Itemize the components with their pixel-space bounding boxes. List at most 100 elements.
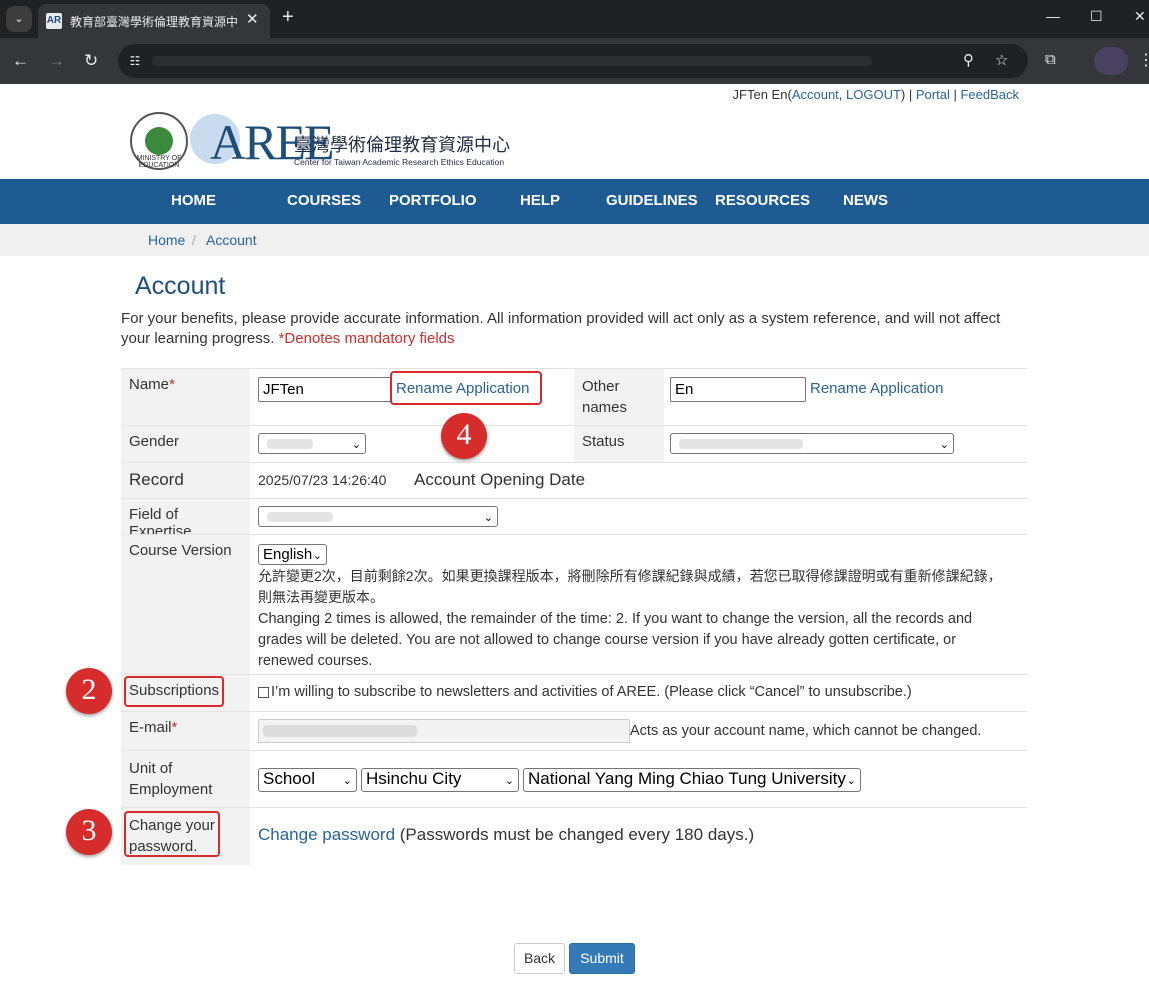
feedback-link[interactable]: FeedBack	[960, 87, 1019, 102]
chevron-down-icon: ⌄	[504, 775, 514, 787]
unit-type-value: School	[263, 769, 315, 788]
breadcrumb-home[interactable]: Home	[148, 232, 185, 248]
minimize-icon[interactable]: —	[1046, 8, 1060, 24]
back-button[interactable]: Back	[514, 943, 565, 974]
submit-button[interactable]: Submit	[569, 943, 635, 974]
site-info-icon[interactable]: ☷	[126, 52, 144, 70]
annotation-number-4: 4	[441, 413, 487, 459]
portal-link[interactable]: Portal	[916, 87, 950, 102]
intro-text: For your benefits, please provide accura…	[121, 309, 1031, 349]
email-row: E-mail* Acts as your account name, which…	[121, 711, 1027, 751]
nav-news[interactable]: NEWS	[843, 192, 888, 209]
rename-application-link-2[interactable]: Rename Application	[810, 380, 943, 397]
email-label: E-mail*	[121, 712, 250, 751]
annotation-highlight-subscriptions	[124, 676, 224, 707]
address-bar[interactable]: ☷ ⚲ ☆	[118, 44, 1028, 78]
browser-tab-bar: ⌄ AR 教育部臺灣學術倫理教育資源中 ✕ + — ☐ ✕	[0, 0, 1149, 38]
nav-help[interactable]: HELP	[520, 192, 560, 209]
annotation-highlight-rename	[390, 371, 542, 405]
course-version-note-zh: 允許變更2次，目前剩餘2次。如果更換課程版本，將刪除所有修課紀錄與成績，若您已取…	[258, 568, 1002, 605]
zoom-icon[interactable]: ⚲	[963, 51, 974, 69]
unit-school-select[interactable]: National Yang Ming Chiao Tung University…	[523, 768, 861, 792]
chevron-down-icon: ⌄	[939, 439, 949, 451]
course-version-select[interactable]: English ⌄	[258, 544, 327, 565]
nav-courses[interactable]: COURSES	[287, 192, 361, 209]
name-row: Name* JFTen Rename Application Other nam…	[121, 368, 1027, 426]
tab-search-icon[interactable]: ⌄	[6, 6, 32, 32]
user-name: JFTen En	[732, 87, 788, 102]
unit-type-select[interactable]: School ⌄	[258, 768, 357, 792]
subscribe-text: I’m willing to subscribe to newsletters …	[271, 684, 912, 700]
forward-arrow-icon[interactable]: →	[48, 51, 65, 71]
name-label-text: Name	[129, 376, 170, 393]
chevron-down-icon: ⌄	[846, 775, 856, 787]
other-names-input[interactable]: En	[670, 377, 806, 402]
password-section: Change password (Passwords must be chang…	[258, 825, 754, 845]
moe-emblem	[145, 127, 173, 155]
password-row: Change your password. Change password (P…	[121, 807, 1027, 865]
profile-avatar[interactable]	[1094, 47, 1128, 75]
email-label-text: E-mail	[129, 719, 172, 736]
close-tab-icon[interactable]: ✕	[246, 10, 259, 28]
status-label: Status	[574, 426, 664, 463]
required-mark: *	[171, 719, 178, 736]
unit-school-value: National Yang Ming Chiao Tung University	[528, 769, 846, 788]
nav-portfolio[interactable]: PORTFOLIO	[389, 192, 477, 209]
change-password-link[interactable]: Change password	[258, 825, 395, 844]
chevron-down-icon: ⌄	[342, 775, 352, 787]
course-version-label: Course Version	[121, 535, 250, 675]
gender-label: Gender	[121, 426, 250, 463]
chevron-down-icon: ⌄	[312, 550, 322, 562]
expertise-label: Field of Expertise	[121, 499, 250, 540]
unit-city-select[interactable]: Hsinchu City ⌄	[361, 768, 519, 792]
menu-kebab-icon[interactable]: ⋮	[1138, 50, 1149, 70]
breadcrumb-account[interactable]: Account	[206, 232, 257, 248]
expertise-select[interactable]: ⌄	[258, 506, 498, 527]
user-links: JFTen En(Account, LOGOUT) | Portal | Fee…	[732, 87, 1019, 102]
annotation-highlight-password	[124, 811, 220, 857]
name-label: Name*	[121, 369, 250, 426]
email-field	[258, 719, 630, 743]
course-version-note-en: Changing 2 times is allowed, the remaind…	[258, 611, 973, 669]
new-tab-icon[interactable]: +	[282, 6, 294, 29]
other-names-label: Other names	[574, 369, 664, 426]
status-select[interactable]: ⌄	[670, 433, 954, 454]
moe-logo[interactable]: MINISTRY OF EDUCATION	[130, 112, 188, 170]
expertise-row: Field of Expertise ⌄	[121, 498, 1027, 540]
record-row: Record 2025/07/23 14:26:40 Account Openi…	[121, 462, 1027, 499]
favicon-icon: AR	[46, 13, 62, 29]
breadcrumb-separator: /	[192, 232, 196, 248]
annotation-number-2: 2	[66, 668, 112, 714]
browser-toolbar: ← → ↻ ☷ ⚲ ☆ ⧉ ⋮	[0, 38, 1149, 84]
reload-icon[interactable]: ↻	[84, 51, 98, 71]
nav-resources[interactable]: RESOURCES	[715, 192, 810, 209]
back-arrow-icon[interactable]: ←	[12, 51, 29, 71]
chevron-down-icon: ⌄	[483, 512, 493, 524]
chevron-down-icon: ⌄	[351, 439, 361, 451]
account-link[interactable]: Account	[792, 87, 839, 102]
breadcrumb: Home / Account	[0, 224, 1149, 256]
course-version-row: Course Version English ⌄ 允許變更2次，目前剩餘2次。如果…	[121, 534, 1027, 675]
required-mark: *	[169, 376, 175, 393]
nav-home[interactable]: HOME	[171, 192, 216, 209]
record-description: Account Opening Date	[414, 470, 586, 489]
email-value-blurred	[263, 725, 417, 737]
intro-body: For your benefits, please provide accura…	[121, 310, 1001, 347]
subscribe-checkbox[interactable]	[258, 687, 269, 698]
main-navigation: HOME COURSES PORTFOLIO HELP GUIDELINES R…	[0, 179, 1149, 224]
nav-guidelines[interactable]: GUIDELINES	[606, 192, 698, 209]
name-input[interactable]: JFTen	[258, 377, 392, 402]
bookmark-star-icon[interactable]: ☆	[995, 51, 1008, 69]
gender-select[interactable]: ⌄	[258, 433, 366, 454]
browser-tab[interactable]: AR 教育部臺灣學術倫理教育資源中 ✕	[38, 4, 270, 38]
extensions-icon[interactable]: ⧉	[1045, 51, 1056, 68]
password-note: (Passwords must be changed every 180 day…	[399, 825, 755, 844]
expertise-value-blurred	[267, 512, 333, 522]
maximize-icon[interactable]: ☐	[1090, 8, 1103, 25]
email-note: Acts as your account name, which cannot …	[630, 723, 982, 739]
aree-logo-chinese: 臺灣學術倫理教育資源中心	[294, 135, 510, 155]
close-window-icon[interactable]: ✕	[1134, 8, 1146, 25]
status-value-blurred	[679, 439, 803, 449]
mandatory-note: *Denotes mandatory fields	[278, 330, 455, 347]
logout-link[interactable]: LOGOUT	[846, 87, 901, 102]
